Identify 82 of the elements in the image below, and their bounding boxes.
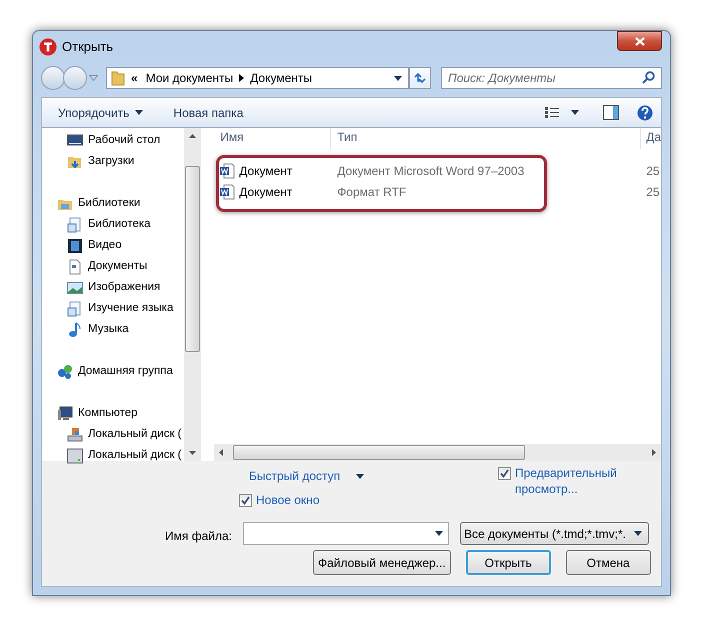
- checkbox[interactable]: [239, 494, 252, 506]
- column-header[interactable]: Имя: [214, 128, 332, 149]
- checkbox[interactable]: [498, 467, 511, 480]
- horizontal-scrollbar[interactable]: [214, 444, 661, 461]
- checkmark-icon: [500, 469, 509, 478]
- folder-icon: [111, 70, 125, 86]
- breadcrumb-overflow[interactable]: «: [131, 69, 138, 87]
- scroll-right-icon: [652, 449, 656, 456]
- organize-menu[interactable]: Упорядочить: [50, 104, 152, 122]
- picture-icon: [67, 280, 83, 296]
- drive-icon: [67, 426, 83, 442]
- dialog-button[interactable]: Открыть: [466, 550, 551, 575]
- nav-item[interactable]: Загрузки: [88, 152, 134, 170]
- scroll-up-icon: [188, 134, 196, 138]
- music-note-icon: [67, 322, 83, 338]
- checkbox-label[interactable]: Новое окно: [256, 491, 320, 509]
- search-icon: [642, 71, 655, 84]
- forward-button[interactable]: [63, 66, 87, 90]
- filename-label: Имя файла:: [165, 528, 232, 545]
- close-icon: [634, 36, 644, 46]
- nav-item[interactable]: Изображения: [88, 278, 160, 296]
- close-button[interactable]: [617, 31, 662, 51]
- computer-icon: [57, 406, 73, 422]
- file-name[interactable]: Документ: [239, 182, 292, 200]
- nav-item[interactable]: Видео: [88, 236, 122, 254]
- scroll-left-icon: [219, 449, 224, 456]
- file-date: 25: [645, 162, 660, 180]
- dialog-button[interactable]: Отмена: [566, 550, 651, 575]
- help-icon: [637, 104, 653, 120]
- checkmark-icon: [241, 496, 250, 504]
- nav-item[interactable]: Локальный диск (: [88, 426, 182, 444]
- file-type: Формат RTF: [336, 184, 408, 200]
- dropdown-caret-icon: [135, 110, 144, 115]
- nav-item[interactable]: Музыка: [88, 320, 129, 338]
- search-field[interactable]: Поиск: Документы: [441, 67, 662, 89]
- filename-field[interactable]: [243, 522, 449, 545]
- breadcrumb-item[interactable]: Документы: [250, 69, 312, 87]
- film-icon: [67, 238, 83, 254]
- file-type: Документ Microsoft Word 97–2003: [336, 162, 526, 180]
- network-icon: [57, 364, 73, 380]
- nav-item[interactable]: Компьютер: [78, 404, 138, 422]
- drive-icon: [67, 448, 83, 464]
- nav-item[interactable]: Документы: [88, 258, 148, 276]
- dropdown-caret-icon: [356, 474, 364, 478]
- scroll-down-icon: [188, 451, 196, 455]
- nav-item[interactable]: Библиотеки: [78, 194, 140, 212]
- back-button[interactable]: [41, 66, 65, 90]
- breadcrumb-item[interactable]: Мои документы: [146, 69, 234, 87]
- desktop-icon: [67, 132, 83, 148]
- column-header[interactable]: Да: [641, 128, 661, 149]
- window-title: Открыть: [62, 38, 114, 56]
- checkbox-label[interactable]: Предварительный просмотр...: [515, 465, 648, 497]
- nav-item[interactable]: Изучение языка: [88, 300, 174, 318]
- quick-access-menu[interactable]: Быстрый доступ: [249, 467, 340, 485]
- dropdown-caret-icon: [571, 110, 579, 115]
- library-icon: [67, 216, 83, 232]
- nav-item[interactable]: Локальный диск (: [88, 446, 182, 464]
- view-list-icon: [545, 106, 559, 118]
- nav-item[interactable]: Рабочий стол: [88, 132, 160, 150]
- word-document-icon: [220, 184, 236, 200]
- nav-item[interactable]: Библиотека: [88, 216, 151, 234]
- history-caret-icon: [89, 75, 98, 81]
- refresh-icon: [413, 72, 428, 84]
- address-bar[interactable]: « Мои документы Документы: [106, 67, 410, 89]
- filetype-dropdown[interactable]: Все документы (*.tmd;*.tmv;*.: [460, 522, 649, 545]
- vertical-scrollbar[interactable]: [184, 128, 201, 461]
- dialog-button[interactable]: Файловый менеджер...: [313, 550, 451, 575]
- file-date: 25: [645, 184, 660, 200]
- nav-item[interactable]: Домашняя группа: [78, 362, 173, 380]
- new-folder-button[interactable]: Новая папка: [165, 104, 252, 122]
- word-document-icon: [220, 162, 236, 178]
- app-logo-icon: [39, 38, 57, 56]
- dropdown-caret-icon: [394, 76, 402, 80]
- library-icon: [67, 300, 83, 316]
- dropdown-caret-icon: [435, 531, 443, 536]
- refresh-button[interactable]: [409, 67, 431, 89]
- dropdown-caret-icon: [634, 531, 642, 536]
- file-name[interactable]: Документ: [239, 162, 292, 180]
- column-header[interactable]: Тип: [331, 128, 642, 149]
- breadcrumb-arrow-icon: [239, 74, 244, 82]
- preview-pane-icon: [603, 105, 619, 120]
- document-icon: [67, 258, 83, 274]
